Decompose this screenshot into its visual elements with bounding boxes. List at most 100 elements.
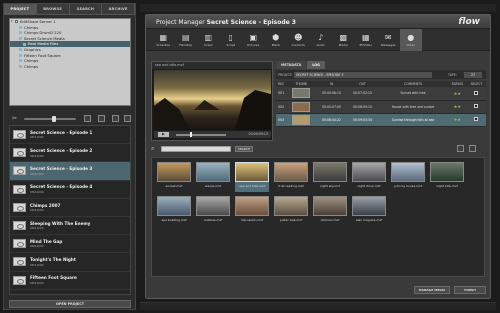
table-row[interactable]: 002 00:00:07:09 00:08:09:10 House with tree… — [276, 100, 486, 114]
tab-project[interactable]: PROJECT — [4, 4, 37, 14]
media-item[interactable]: night sky.mxf — [313, 162, 347, 192]
project-item[interactable]: Secret Science - Episode 3 08/10/09 — [10, 162, 130, 181]
project-thumbnail — [13, 221, 26, 231]
play-button[interactable]: ▶ — [158, 132, 169, 137]
media-item[interactable]: dollman.mxf — [313, 196, 347, 226]
select-cell — [466, 113, 486, 127]
table-row[interactable]: 001 00:00:06:14 00:07:02:15 Sunset with tre… — [276, 87, 486, 101]
black-icon: ⬢ — [272, 33, 280, 42]
rating-stars-icon[interactable]: ★★ — [454, 104, 461, 109]
rating-cell[interactable]: ★★ — [447, 113, 467, 127]
view-large-icon[interactable] — [124, 115, 131, 122]
module-button-messages[interactable]: ✉ Messages — [377, 29, 400, 51]
view-list-icon[interactable] — [84, 115, 91, 122]
comment-cell[interactable]: House with tree and sunset — [378, 100, 448, 114]
finish-button[interactable]: FINISH — [454, 286, 486, 294]
media-item[interactable]: discussion.mxf — [235, 196, 269, 226]
rating-stars-icon[interactable]: ★★ — [454, 91, 461, 96]
project-item[interactable]: Tonight's The Night 08/10/09 — [10, 253, 130, 272]
media-search-row: ⌕ SEARCH — [151, 145, 485, 154]
comment-cell[interactable]: Sunrise through hills at sea — [378, 113, 448, 127]
project-item[interactable]: Fifteen Foot Square 08/10/09 — [10, 272, 130, 290]
module-label: Black — [271, 43, 280, 47]
table-row[interactable]: 003 00:08:44:22 00:09:03:34 Sunrise through… — [276, 113, 486, 127]
module-button-black[interactable]: ⬢ Black — [265, 29, 288, 51]
module-button-video[interactable]: ● Video — [399, 29, 422, 51]
select-cell — [466, 87, 486, 101]
open-project-button[interactable]: OPEN PROJECT — [9, 300, 131, 308]
messages-icon: ✉ — [384, 33, 392, 42]
project-date: 08/10/09 — [30, 208, 44, 213]
module-button-media[interactable]: ▩ Media — [332, 29, 355, 51]
module-button-schedule[interactable]: ▦ Schedule — [152, 29, 175, 51]
select-checkbox[interactable] — [474, 104, 479, 108]
tree-item-label: Chimps — [24, 63, 39, 69]
search-button[interactable]: SEARCH — [235, 146, 253, 152]
project-date: 08/10/09 — [30, 153, 44, 158]
tab-archive[interactable]: ARCHIVE — [102, 4, 135, 14]
module-button-crawl[interactable]: ▥ Crawl — [197, 29, 220, 51]
media-item[interactable]: night drive.mxf — [352, 162, 386, 192]
view-detail-icon[interactable] — [112, 115, 119, 122]
module-button-filmstrip[interactable]: ▤ Filmstrip — [175, 29, 198, 51]
media-icon: ▩ — [339, 33, 348, 42]
media-label: mobiles.mxf — [203, 218, 223, 222]
thumb-size-slider-handle[interactable] — [52, 116, 56, 122]
media-item[interactable]: sunset.mxf — [157, 162, 191, 192]
title-prefix: Project Manager — [156, 19, 205, 26]
tree-item[interactable]: Chimps — [10, 64, 130, 70]
project-item[interactable]: Secret Science - Episode 1 08/10/09 — [10, 126, 130, 145]
project-date: 08/10/09 — [30, 189, 44, 194]
media-item[interactable]: public talk.mxf — [274, 196, 308, 226]
scissors-icon[interactable]: ✂ — [12, 115, 17, 122]
select-checkbox[interactable] — [474, 90, 479, 95]
tab-browse[interactable]: BROWSE — [37, 4, 70, 14]
flow-logo: flow — [458, 17, 480, 27]
view-grid-icon[interactable] — [98, 115, 105, 122]
tab-search[interactable]: SEARCH — [70, 4, 103, 14]
thumb-size-slider-track[interactable] — [24, 118, 76, 120]
project-field[interactable]: SECRET SCIENCE - EPISODE 3 — [294, 71, 432, 78]
media-item[interactable]: john by house.mxf — [391, 162, 425, 192]
module-button-audio[interactable]: ♪ Audio — [310, 29, 333, 51]
media-item[interactable]: mobiles.mxf — [196, 196, 230, 226]
media-thumbnail — [352, 196, 386, 216]
project-item[interactable]: Secret Science - Episode 4 08/10/09 — [10, 181, 130, 199]
project-thumbnail — [13, 148, 26, 158]
media-item[interactable]: fruit reading.mxf — [274, 162, 308, 192]
tape-field[interactable]: 27 — [464, 71, 482, 78]
module-button-contacts[interactable]: ☻ Contacts — [287, 29, 310, 51]
media-item[interactable]: waves.mxf — [196, 162, 230, 192]
rating-stars-icon[interactable]: ★★ — [454, 117, 461, 122]
project-item[interactable]: Chimps 2007 08/10/09 — [10, 199, 130, 217]
project-thumbnail — [13, 275, 26, 285]
project-item[interactable]: Sleeping With The Enemy 08/10/09 — [10, 217, 130, 236]
project-item[interactable]: Secret Science - Episode 2 08/10/09 — [10, 144, 130, 163]
media-thumbnail — [157, 162, 191, 182]
manage-media-button[interactable]: MANAGE MEDIA — [414, 286, 450, 294]
rating-cell[interactable]: ★★ — [447, 100, 467, 114]
search-input[interactable] — [161, 146, 231, 152]
detail-view-icon[interactable] — [469, 145, 476, 152]
scrub-bar[interactable] — [176, 134, 226, 136]
media-item[interactable]: night kids.mxf — [430, 162, 464, 192]
rec-cell: 001 — [276, 87, 287, 101]
rating-cell[interactable]: ★★ — [447, 87, 467, 101]
module-button-script[interactable]: ▯ Script — [220, 29, 243, 51]
expand-arrow-icon[interactable]: ▾ — [11, 19, 14, 25]
media-item[interactable]: sea and hills.mxf — [235, 162, 269, 192]
select-checkbox[interactable] — [474, 117, 479, 121]
scrub-handle[interactable] — [190, 132, 192, 137]
grid-view-icon[interactable] — [457, 145, 464, 152]
tab-log[interactable]: LOG — [307, 61, 325, 69]
tab-metadata[interactable]: METADATA — [276, 61, 307, 69]
media-item[interactable]: alan maguire.mxf — [352, 196, 386, 226]
media-item[interactable]: apa building.mxf — [157, 196, 191, 226]
project-text: Secret Science - Episode 4 08/10/09 — [30, 184, 92, 194]
module-button-edvideo[interactable]: ▦ EDVideo — [355, 29, 378, 51]
project-item[interactable]: Mind The Gap 08/10/09 — [10, 235, 130, 254]
comment-cell[interactable]: Sunset with tree — [378, 87, 448, 101]
project-label: PROJECT: — [278, 72, 293, 77]
module-button-pictures[interactable]: ▣ Pictures — [242, 29, 265, 51]
project-thumbnail — [13, 239, 26, 249]
